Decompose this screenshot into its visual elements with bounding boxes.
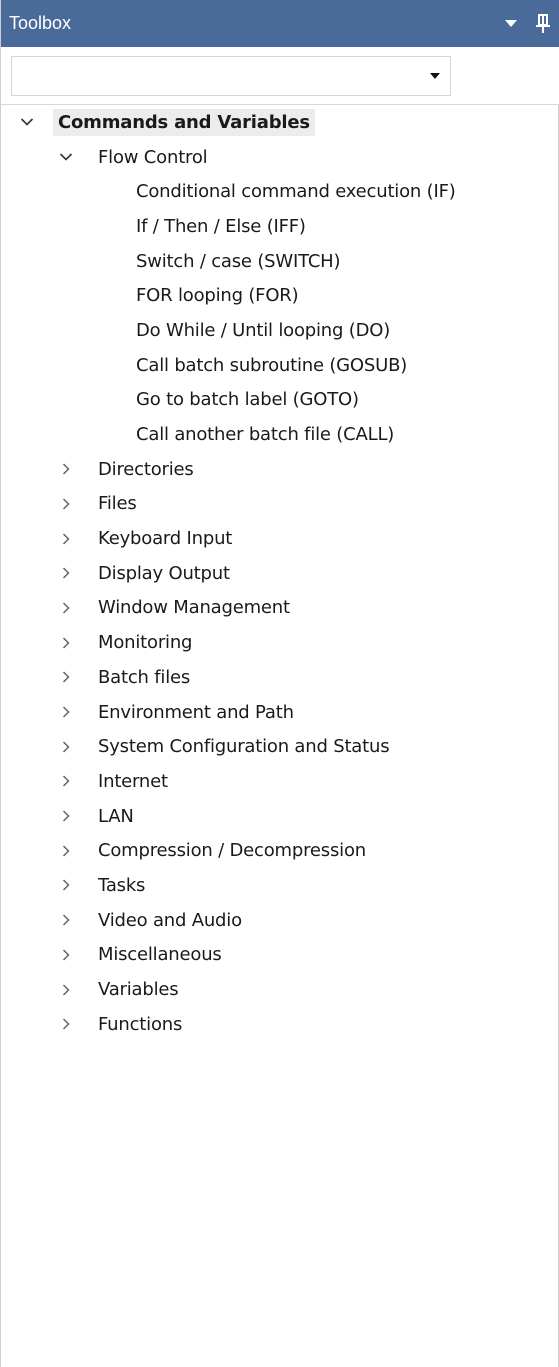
tree-node-label: Variables — [98, 979, 179, 1001]
tree-node-label: Directories — [98, 458, 194, 480]
tree-item-label: Switch / case (SWITCH) — [136, 250, 341, 272]
tree-node-category[interactable]: Environment and Path — [1, 695, 559, 730]
tree-item[interactable]: Go to batch label (GOTO) — [1, 383, 559, 418]
title-controls — [500, 0, 554, 47]
dropdown-arrow-icon[interactable] — [500, 13, 522, 35]
toolbox-title: Toolbox — [9, 13, 72, 33]
tree-item[interactable]: Call batch subroutine (GOSUB) — [1, 348, 559, 383]
tree-node-label: LAN — [98, 805, 134, 827]
chevron-right-icon[interactable] — [57, 946, 75, 964]
tree-item-label: Go to batch label (GOTO) — [136, 389, 359, 411]
combo-area — [1, 47, 559, 105]
tree-node-category[interactable]: Compression / Decompression — [1, 833, 559, 868]
tree-item-label: FOR looping (FOR) — [136, 285, 299, 307]
tree-node-label: Monitoring — [98, 632, 193, 654]
tree-node-category[interactable]: Variables — [1, 972, 559, 1007]
chevron-right-icon[interactable] — [57, 772, 75, 790]
chevron-right-icon[interactable] — [57, 1015, 75, 1033]
tree-item-label: Call batch subroutine (GOSUB) — [136, 354, 408, 376]
tree-node-category[interactable]: Monitoring — [1, 625, 559, 660]
tree-node-label: Flow Control — [98, 146, 208, 168]
tree-node-label: Display Output — [98, 562, 230, 584]
tree-node-category[interactable]: Files — [1, 487, 559, 522]
tree-node-label: Miscellaneous — [98, 944, 222, 966]
tree-item[interactable]: Do While / Until looping (DO) — [1, 313, 559, 348]
chevron-right-icon[interactable] — [57, 634, 75, 652]
tree-node-label: Video and Audio — [98, 909, 242, 931]
chevron-down-icon[interactable] — [57, 148, 75, 166]
tree-item[interactable]: Conditional command execution (IF) — [1, 174, 559, 209]
chevron-right-icon[interactable] — [57, 911, 75, 929]
category-items: Directories Files Keyboard Input Display Ou… — [1, 452, 559, 1042]
chevron-right-icon[interactable] — [57, 668, 75, 686]
pin-icon[interactable] — [532, 13, 554, 35]
tree-item[interactable]: FOR looping (FOR) — [1, 278, 559, 313]
tree-node-label: Environment and Path — [98, 701, 294, 723]
chevron-right-icon[interactable] — [57, 460, 75, 478]
tree-node-category[interactable]: Window Management — [1, 591, 559, 626]
commands-tree: Commands and Variables Flow Control Cond… — [1, 105, 559, 1042]
chevron-right-icon[interactable] — [57, 495, 75, 513]
tree-node-category[interactable]: Keyboard Input — [1, 521, 559, 556]
tree-node-category[interactable]: Directories — [1, 452, 559, 487]
tree-node-flow-control[interactable]: Flow Control — [1, 140, 559, 175]
chevron-right-icon[interactable] — [57, 599, 75, 617]
tree-node-category[interactable]: System Configuration and Status — [1, 729, 559, 764]
tree-node-label: Window Management — [98, 597, 290, 619]
chevron-right-icon[interactable] — [57, 738, 75, 756]
tree-node-label: Keyboard Input — [98, 528, 233, 550]
flow-control-items: Conditional command execution (IF) If / T… — [1, 174, 559, 452]
chevron-down-icon[interactable] — [18, 113, 36, 131]
dropdown-arrow-icon[interactable] — [420, 57, 450, 95]
tree-node-category[interactable]: Functions — [1, 1007, 559, 1042]
toolbox-titlebar: Toolbox — [1, 0, 559, 47]
tree-node-label: Tasks — [98, 874, 146, 896]
toolbox-panel: Toolbox Commands and Variables Flow Cont… — [0, 0, 559, 1367]
tree-node-label: Functions — [98, 1013, 183, 1035]
tree-item-label: If / Then / Else (IFF) — [136, 215, 306, 237]
tree-item-label: Call another batch file (CALL) — [136, 424, 395, 446]
toolbox-filter-combo[interactable] — [11, 56, 451, 96]
chevron-right-icon[interactable] — [57, 703, 75, 721]
chevron-right-icon[interactable] — [57, 807, 75, 825]
tree-node-label: System Configuration and Status — [98, 736, 390, 758]
tree-item[interactable]: If / Then / Else (IFF) — [1, 209, 559, 244]
tree-item[interactable]: Call another batch file (CALL) — [1, 417, 559, 452]
tree-node-label: Batch files — [98, 666, 191, 688]
tree-node-category[interactable]: Tasks — [1, 868, 559, 903]
tree-node-label: Compression / Decompression — [98, 840, 366, 862]
tree-node-category[interactable]: Video and Audio — [1, 903, 559, 938]
tree-item[interactable]: Switch / case (SWITCH) — [1, 244, 559, 279]
tree-node-commands-and-variables[interactable]: Commands and Variables — [1, 105, 559, 140]
tree-node-label: Internet — [98, 770, 168, 792]
tree-node-category[interactable]: Batch files — [1, 660, 559, 695]
chevron-right-icon[interactable] — [57, 842, 75, 860]
chevron-right-icon[interactable] — [57, 530, 75, 548]
tree-item-label: Conditional command execution (IF) — [136, 181, 456, 203]
tree-node-label: Commands and Variables — [53, 108, 315, 136]
chevron-right-icon[interactable] — [57, 876, 75, 894]
tree-node-label: Files — [98, 493, 137, 515]
tree-node-category[interactable]: LAN — [1, 799, 559, 834]
tree-item-label: Do While / Until looping (DO) — [136, 319, 391, 341]
chevron-right-icon[interactable] — [57, 564, 75, 582]
chevron-right-icon[interactable] — [57, 981, 75, 999]
tree-node-category[interactable]: Internet — [1, 764, 559, 799]
tree-node-category[interactable]: Miscellaneous — [1, 938, 559, 973]
tree-node-category[interactable]: Display Output — [1, 556, 559, 591]
